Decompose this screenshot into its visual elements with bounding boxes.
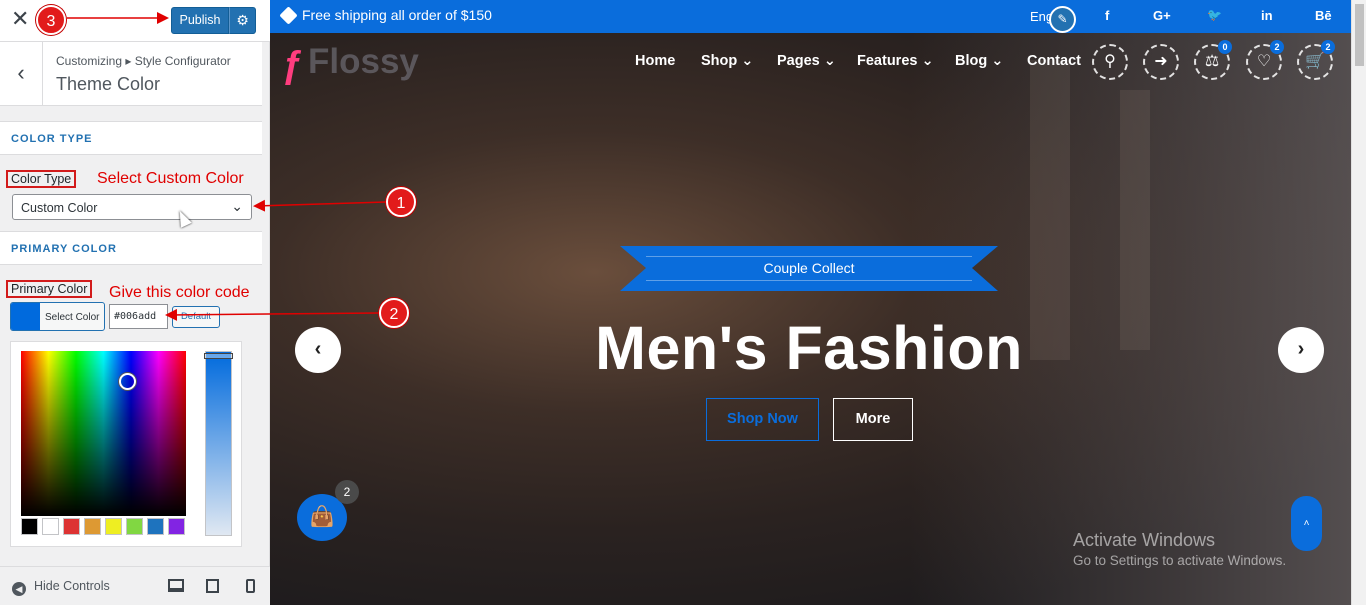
- section-title-bar: ‹ Customizing ▸ Style Configurator Theme…: [0, 42, 262, 106]
- tag-icon: [279, 6, 298, 25]
- hero-title: Men's Fashion: [595, 314, 1023, 382]
- customizer-panel: ✕ 3 Publish ⚙ ‹ Customizing ▸ Style Conf…: [0, 0, 270, 605]
- customizer-header: ✕ 3 Publish ⚙: [0, 0, 270, 42]
- search-icon[interactable]: ⚲: [1092, 44, 1128, 80]
- nav-home[interactable]: Home: [635, 53, 675, 69]
- cart-count: 2: [1321, 40, 1335, 54]
- cart-icon[interactable]: 🛒 2: [1297, 40, 1335, 80]
- palette-swatch[interactable]: [84, 518, 101, 535]
- slider-prev-chevron-left-icon[interactable]: ‹: [295, 327, 341, 373]
- shop-now-button[interactable]: Shop Now: [706, 398, 819, 441]
- publish-button[interactable]: Publish: [171, 7, 229, 34]
- palette-swatch[interactable]: [147, 518, 164, 535]
- activate-windows-watermark: Activate Windows Go to Settings to activ…: [1073, 530, 1287, 568]
- primary-color-label: Primary Color: [6, 280, 93, 298]
- palette-swatch[interactable]: [21, 518, 38, 535]
- linkedin-icon[interactable]: in: [1261, 8, 1273, 23]
- hide-controls-button[interactable]: ◀ Hide Controls: [12, 579, 110, 596]
- nav-contact[interactable]: Contact: [1027, 53, 1081, 69]
- palette-swatch[interactable]: [168, 518, 185, 535]
- top-bar: Free shipping all order of $150 Eng ✎ f …: [270, 0, 1351, 33]
- primary-color-heading: PRIMARY COLOR: [0, 231, 262, 265]
- hide-controls-label: Hide Controls: [34, 579, 110, 593]
- scroll-to-top-button[interactable]: ˄: [1291, 496, 1322, 551]
- floating-cart-count: 2: [335, 480, 359, 504]
- nav-pages[interactable]: Pages ⌄: [777, 53, 836, 69]
- publish-settings-gear-icon[interactable]: ⚙: [229, 7, 256, 34]
- color-type-select[interactable]: Custom Color ⌄: [12, 194, 252, 220]
- facebook-icon[interactable]: f: [1105, 8, 1109, 23]
- close-customizer-button[interactable]: ✕: [11, 8, 29, 30]
- hero-ribbon: Couple Collect: [620, 246, 998, 291]
- palette-swatch[interactable]: [42, 518, 59, 535]
- chevron-down-icon: ⌄: [823, 53, 836, 69]
- wishlist-count: 2: [1270, 40, 1284, 54]
- select-color-label: Select Color: [45, 312, 100, 323]
- desktop-preview-icon[interactable]: [168, 579, 184, 592]
- customizer-footer: ◀ Hide Controls: [0, 566, 270, 605]
- lightness-slider[interactable]: [204, 351, 233, 536]
- wishlist-heart-icon[interactable]: ♡ 2: [1246, 40, 1284, 80]
- chevron-down-icon: ⌄: [741, 53, 754, 69]
- palette-swatch[interactable]: [126, 518, 143, 535]
- nav-shop[interactable]: Shop ⌄: [701, 53, 753, 69]
- color-picker: [10, 341, 242, 547]
- step-3-badge: 3: [36, 5, 66, 35]
- back-arrow-icon[interactable]: ‹: [0, 42, 43, 106]
- compare-icon[interactable]: ⚖ 0: [1194, 40, 1232, 80]
- mobile-preview-icon[interactable]: [246, 579, 255, 593]
- select-color-button[interactable]: Select Color: [10, 302, 105, 331]
- step-2-badge: 2: [379, 298, 409, 328]
- google-plus-icon[interactable]: G+: [1153, 8, 1171, 23]
- color-type-value: Custom Color: [21, 201, 98, 215]
- tablet-preview-icon[interactable]: [206, 579, 219, 593]
- color-spectrum[interactable]: [21, 351, 186, 516]
- default-color-button[interactable]: Default: [172, 306, 220, 328]
- palette-swatch[interactable]: [105, 518, 122, 535]
- more-button[interactable]: More: [833, 398, 913, 441]
- hex-color-input[interactable]: #006add: [109, 304, 168, 329]
- chevron-down-icon: ⌄: [921, 53, 934, 69]
- edit-shortcut-pencil-icon[interactable]: ✎: [1049, 6, 1076, 33]
- color-type-heading: COLOR TYPE: [0, 121, 262, 155]
- annotation-give-color-code: Give this color code: [109, 284, 250, 301]
- step-1-badge: 1: [386, 187, 416, 217]
- collapse-icon: ◀: [12, 582, 26, 596]
- nav-blog[interactable]: Blog ⌄: [955, 53, 1003, 69]
- nav-features[interactable]: Features ⌄: [857, 53, 934, 69]
- palette-swatch[interactable]: [63, 518, 80, 535]
- site-logo[interactable]: ƒ Flossy: [282, 42, 419, 86]
- current-color-swatch: [11, 303, 40, 330]
- compare-count: 0: [1218, 40, 1232, 54]
- chevron-down-icon: ⌄: [231, 198, 243, 214]
- spectrum-handle[interactable]: [119, 373, 136, 390]
- chevron-down-icon: ⌄: [991, 53, 1004, 69]
- page-scrollbar[interactable]: [1351, 0, 1366, 605]
- scrollbar-thumb[interactable]: [1355, 4, 1364, 66]
- shipping-notice: Free shipping all order of $150: [302, 7, 492, 23]
- annotation-select-custom-color: Select Custom Color: [97, 170, 244, 187]
- breadcrumb: Customizing ▸ Style Configurator: [56, 54, 231, 68]
- login-icon[interactable]: ➜: [1143, 44, 1179, 80]
- site-preview: Free shipping all order of $150 Eng ✎ f …: [270, 0, 1351, 605]
- section-title: Theme Color: [56, 74, 161, 94]
- lightness-handle[interactable]: [204, 353, 233, 359]
- color-type-label: Color Type: [6, 170, 77, 188]
- logo-mark-icon: ƒ: [282, 44, 304, 86]
- behance-icon[interactable]: Bē: [1315, 8, 1332, 23]
- slider-next-chevron-right-icon[interactable]: ›: [1278, 327, 1324, 373]
- ribbon-text: Couple Collect: [763, 260, 855, 276]
- twitter-icon[interactable]: 🐦: [1207, 8, 1222, 22]
